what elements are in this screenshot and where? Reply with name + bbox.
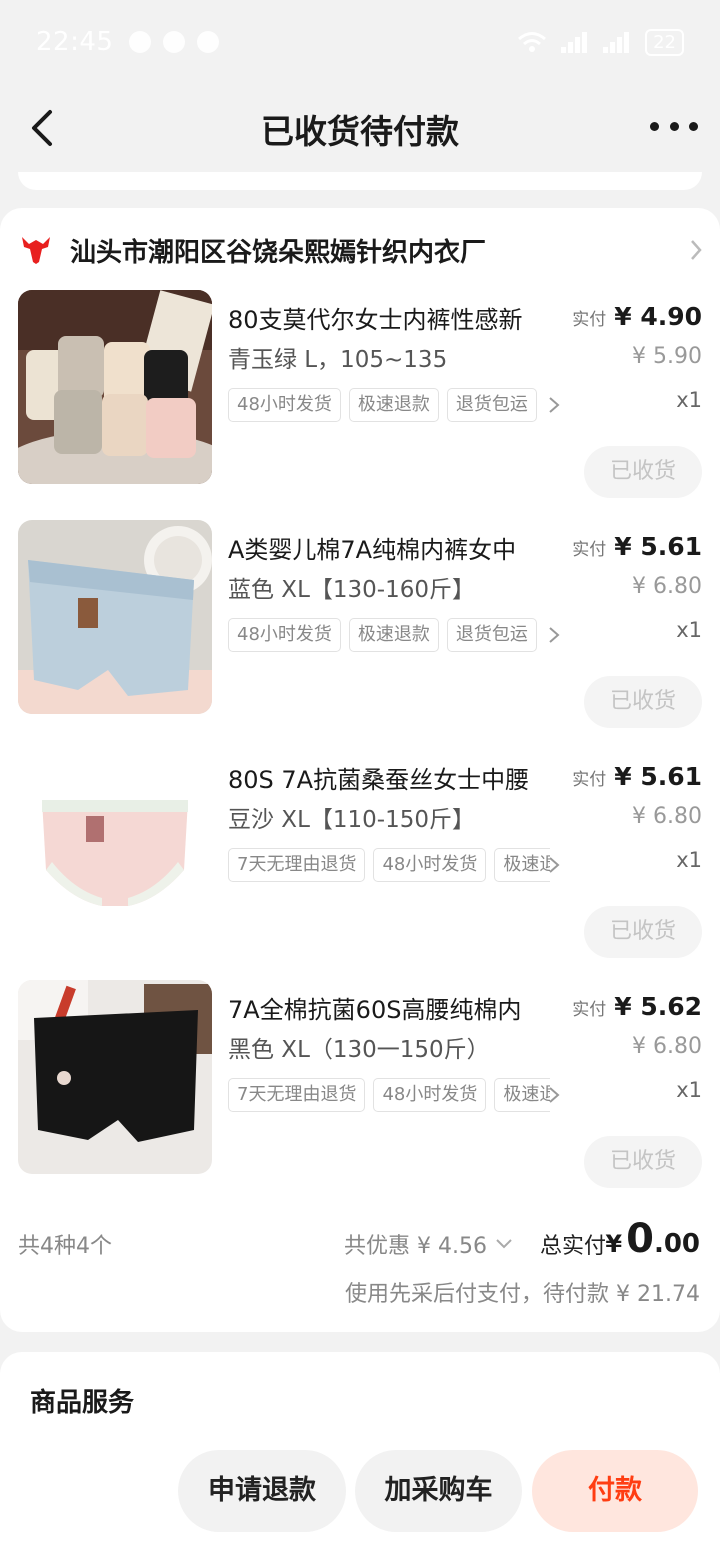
service-tag: 7天无理由退货 bbox=[228, 1078, 366, 1112]
product-title: 80支莫代尔女士内裤性感新 bbox=[228, 306, 523, 334]
more-icon[interactable] bbox=[650, 114, 698, 138]
service-tag: 48小时发货 bbox=[228, 388, 341, 422]
product-title: A类婴儿棉7A纯棉内裤女中 bbox=[228, 536, 517, 564]
received-status-button: 已收货 bbox=[584, 906, 702, 958]
paid-price-value: ¥ 5.61 bbox=[614, 762, 702, 791]
product-spec: 豆沙 XL【110-150斤】 bbox=[228, 807, 475, 833]
status-time: 22:45 bbox=[36, 27, 114, 57]
service-tags: 48小时发货 极速退款 退货包运 bbox=[228, 388, 550, 422]
paid-price-label: 实付 bbox=[572, 310, 607, 330]
order-item[interactable]: 80支莫代尔女士内裤性感新 青玉绿 L，105~135 48小时发货 极速退款 … bbox=[18, 290, 708, 498]
service-tag: 48小时发货 bbox=[228, 618, 341, 652]
chevron-right-icon bbox=[691, 240, 702, 260]
product-image[interactable] bbox=[18, 520, 212, 714]
battery-icon: 22 bbox=[645, 28, 684, 56]
original-price: ¥ 6.80 bbox=[632, 1034, 702, 1059]
service-title: 商品服务 bbox=[30, 1388, 135, 1418]
add-to-cart-button[interactable]: 加采购车 bbox=[355, 1450, 522, 1532]
wifi-icon bbox=[518, 32, 547, 52]
discount-toggle[interactable]: 共优惠 ¥ 4.56 bbox=[344, 1228, 513, 1260]
chevron-right-icon[interactable] bbox=[548, 856, 560, 874]
signal-icon bbox=[603, 32, 630, 53]
service-tag: 极速退款 bbox=[348, 618, 439, 652]
service-tag: 48小时发货 bbox=[373, 848, 487, 882]
back-arrow-icon[interactable] bbox=[28, 108, 58, 148]
paid-price-label: 实付 bbox=[572, 1000, 607, 1020]
paid-price: 实付 ¥ 4.90 bbox=[572, 302, 702, 331]
service-tag: 退货包运 bbox=[446, 388, 537, 422]
paid-price-value: ¥ 4.90 bbox=[614, 302, 702, 331]
service-tags: 7天无理由退货 48小时发货 极速退款 bbox=[228, 848, 550, 882]
received-status-button: 已收货 bbox=[584, 446, 702, 498]
nav-bar: 已收货待付款 bbox=[0, 84, 720, 174]
original-price: ¥ 5.90 bbox=[632, 344, 702, 369]
product-title: 80S 7A抗菌桑蚕丝女士中腰 bbox=[228, 766, 530, 794]
item-count: 共4种4个 bbox=[18, 1234, 112, 1259]
app-notification-icon bbox=[129, 31, 152, 53]
paid-price: 实付 ¥ 5.62 bbox=[572, 992, 702, 1021]
original-price: ¥ 6.80 bbox=[632, 574, 702, 599]
app-notification-icon bbox=[197, 31, 220, 53]
quantity: x1 bbox=[676, 848, 702, 872]
shop-name: 汕头市潮阳区谷饶朵熙嫣针织内衣厂 bbox=[70, 237, 487, 268]
service-tag: 退货包运 bbox=[446, 618, 537, 652]
paid-price-label: 实付 bbox=[572, 770, 607, 790]
total-decimal: .00 bbox=[653, 1229, 700, 1259]
apply-refund-button[interactable]: 申请退款 bbox=[178, 1450, 346, 1532]
service-tag: 极速退款 bbox=[494, 848, 550, 882]
pay-button[interactable]: 付款 bbox=[532, 1450, 698, 1532]
order-item[interactable]: 7A全棉抗菌60S高腰纯棉内 黑色 XL（130一150斤） 7天无理由退货 4… bbox=[18, 980, 708, 1188]
order-item[interactable]: 80S 7A抗菌桑蚕丝女士中腰 豆沙 XL【110-150斤】 7天无理由退货 … bbox=[18, 750, 708, 958]
discount-text: 共优惠 ¥ 4.56 bbox=[344, 1234, 487, 1259]
chevron-right-icon[interactable] bbox=[548, 396, 560, 414]
product-title: 7A全棉抗菌60S高腰纯棉内 bbox=[228, 996, 522, 1024]
original-price: ¥ 6.80 bbox=[632, 804, 702, 829]
quantity: x1 bbox=[676, 618, 702, 642]
total-currency: ¥ bbox=[605, 1230, 623, 1258]
total-paid-amount: ¥ 0 .00 bbox=[605, 1216, 700, 1262]
service-tag: 7天无理由退货 bbox=[228, 848, 366, 882]
service-card: 商品服务 申请退款 加采购车 付款 bbox=[0, 1352, 720, 1554]
received-status-button: 已收货 bbox=[584, 676, 702, 728]
service-tag: 极速退款 bbox=[494, 1078, 550, 1112]
order-summary: 共4种4个 共优惠 ¥ 4.56 总实付 ¥ 0 .00 使用先采后付支付，待付… bbox=[18, 1216, 700, 1316]
total-paid-label: 总实付 bbox=[540, 1234, 607, 1259]
service-tag: 48小时发货 bbox=[373, 1078, 487, 1112]
chevron-right-icon[interactable] bbox=[548, 626, 560, 644]
paid-price-value: ¥ 5.61 bbox=[614, 532, 702, 561]
paid-price-value: ¥ 5.62 bbox=[614, 992, 702, 1021]
payment-note: 使用先采后付支付，待付款 ¥ 21.74 bbox=[345, 1282, 700, 1307]
chevron-down-icon bbox=[496, 1239, 512, 1249]
product-spec: 黑色 XL（130一150斤） bbox=[228, 1037, 490, 1063]
order-item[interactable]: A类婴儿棉7A纯棉内裤女中 蓝色 XL【130-160斤】 48小时发货 极速退… bbox=[18, 520, 708, 728]
shop-logo-icon bbox=[22, 237, 50, 264]
quantity: x1 bbox=[676, 388, 702, 412]
product-spec: 青玉绿 L，105~135 bbox=[228, 347, 448, 373]
previous-card-edge bbox=[18, 172, 702, 190]
page-title: 已收货待付款 bbox=[261, 112, 459, 151]
product-image[interactable] bbox=[18, 290, 212, 484]
product-spec: 蓝色 XL【130-160斤】 bbox=[228, 577, 475, 603]
received-status-button: 已收货 bbox=[584, 1136, 702, 1188]
notification-icons bbox=[129, 31, 220, 53]
app-notification-icon bbox=[163, 31, 186, 53]
signal-icon bbox=[561, 32, 588, 53]
service-tags: 48小时发货 极速退款 退货包运 bbox=[228, 618, 550, 652]
paid-price: 实付 ¥ 5.61 bbox=[572, 532, 702, 561]
service-tag: 极速退款 bbox=[348, 388, 439, 422]
total-integer: 0 bbox=[626, 1216, 654, 1262]
chevron-right-icon[interactable] bbox=[548, 1086, 560, 1104]
shop-order-card: 汕头市潮阳区谷饶朵熙嫣针织内衣厂 80支莫代尔女士内裤性感新 青玉绿 L，105… bbox=[0, 208, 720, 1332]
quantity: x1 bbox=[676, 1078, 702, 1102]
shop-header[interactable]: 汕头市潮阳区谷饶朵熙嫣针织内衣厂 bbox=[20, 228, 704, 272]
product-image[interactable] bbox=[18, 750, 212, 944]
paid-price-label: 实付 bbox=[572, 540, 607, 560]
status-bar: 22:45 22 bbox=[0, 0, 720, 84]
service-tags: 7天无理由退货 48小时发货 极速退款 bbox=[228, 1078, 550, 1112]
product-image[interactable] bbox=[18, 980, 212, 1174]
paid-price: 实付 ¥ 5.61 bbox=[572, 762, 702, 791]
